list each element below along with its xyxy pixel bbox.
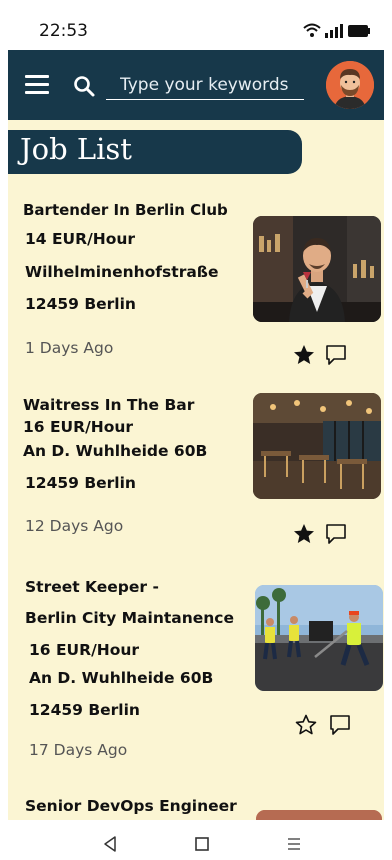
star-filled-icon[interactable] xyxy=(292,343,316,367)
job-street: An D. Wuhlheide 60B xyxy=(29,669,214,687)
wifi-icon xyxy=(303,23,321,37)
job-posted-date: 1 Days Ago xyxy=(25,339,114,357)
status-bar: 22:53 xyxy=(8,8,384,50)
home-icon[interactable] xyxy=(190,832,214,856)
job-title: Bartender In Berlin Club xyxy=(23,201,228,219)
hamburger-menu-icon[interactable] xyxy=(25,75,49,95)
search-icon[interactable] xyxy=(72,74,96,98)
page-title-tab: Job List xyxy=(8,130,302,174)
job-pay: 16 EUR/Hour xyxy=(23,418,134,436)
job-city: 12459 Berlin xyxy=(25,474,136,492)
comment-icon[interactable] xyxy=(328,713,352,737)
job-card[interactable]: Waitress In The Bar 16 EUR/Hour An D. Wu… xyxy=(8,391,384,571)
search-input[interactable] xyxy=(106,70,304,100)
signal-icon xyxy=(325,24,343,38)
job-posted-date: 12 Days Ago xyxy=(25,517,124,535)
status-time: 22:53 xyxy=(39,21,88,41)
bar-interior-photo[interactable] xyxy=(253,393,381,499)
star-filled-icon[interactable] xyxy=(292,522,316,546)
job-pay: 14 EUR/Hour xyxy=(25,230,136,248)
star-outline-icon[interactable] xyxy=(294,713,318,737)
bartender-photo[interactable] xyxy=(253,216,381,322)
job-title-continued: Berlin City Maintanence xyxy=(25,609,235,627)
page-title: Job List xyxy=(20,132,132,166)
battery-icon xyxy=(348,25,370,37)
job-title: Waitress In The Bar xyxy=(23,396,195,414)
road-workers-photo[interactable] xyxy=(255,585,383,691)
avatar[interactable] xyxy=(326,61,374,109)
job-card[interactable]: Street Keeper - Berlin City Maintanence … xyxy=(8,573,384,773)
comment-icon[interactable] xyxy=(324,522,348,546)
system-nav-bar xyxy=(8,820,384,860)
job-city: 12459 Berlin xyxy=(29,701,140,719)
recents-icon[interactable] xyxy=(282,832,306,856)
job-title: Senior DevOps Engineer xyxy=(25,797,237,815)
job-city: 12459 Berlin xyxy=(25,295,136,313)
phone-screen: 22:53 Type your keywords Job List Barten… xyxy=(8,8,384,860)
back-icon[interactable] xyxy=(98,832,122,856)
job-street: Wilhelminenhofstraße xyxy=(25,263,219,281)
job-card[interactable]: Bartender In Berlin Club 14 EUR/Hour Wil… xyxy=(8,196,384,376)
status-icons xyxy=(303,23,370,38)
job-street: An D. Wuhlheide 60B xyxy=(23,442,208,460)
comment-icon[interactable] xyxy=(324,343,348,367)
user-avatar-icon xyxy=(326,61,374,109)
job-title: Street Keeper - xyxy=(25,578,159,596)
job-posted-date: 17 Days Ago xyxy=(29,741,128,759)
job-pay: 16 EUR/Hour xyxy=(29,641,140,659)
job-card[interactable]: Senior DevOps Engineer xyxy=(8,790,384,850)
app-header xyxy=(8,50,384,120)
